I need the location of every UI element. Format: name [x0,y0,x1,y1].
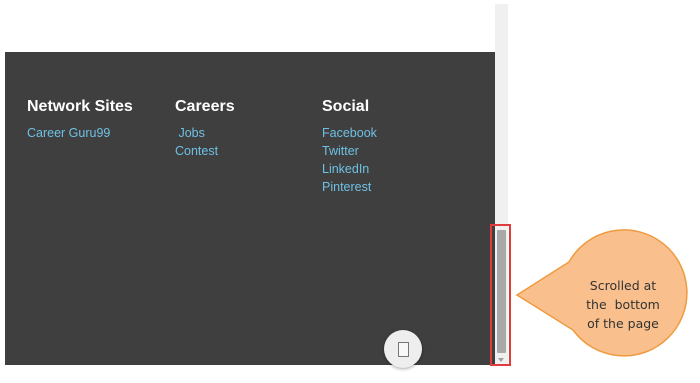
callout-line-3: of the page [587,316,659,331]
footer-link-pinterest[interactable]: Pinterest [322,178,377,196]
footer-link-twitter[interactable]: Twitter [322,142,377,160]
footer-link-career-guru99[interactable]: Career Guru99 [27,124,133,142]
footer-heading-social: Social [322,98,370,115]
browser-viewport: Network Sites Career Guru99 Careers Jobs… [0,0,495,383]
footer-column-network-sites: Network Sites Career Guru99 [27,96,133,142]
site-footer: Network Sites Career Guru99 Careers Jobs… [5,52,495,365]
footer-link-jobs[interactable]: Jobs [175,124,235,142]
footer-heading-network-sites: Network Sites [27,98,133,115]
callout-text: Scrolled at the bottom of the page [573,276,673,333]
footer-link-facebook[interactable]: Facebook [322,124,377,142]
footer-link-linkedin[interactable]: LinkedIn [322,160,377,178]
scroll-to-top-icon [397,341,409,357]
footer-column-social: Social Facebook Twitter LinkedIn Pintere… [322,96,377,196]
scroll-to-top-button[interactable] [384,330,422,368]
footer-column-careers: Careers Jobs Contest [175,96,235,160]
scrollbar-highlight-box [490,224,511,366]
callout-line-1: Scrolled at [589,278,657,293]
callout-line-2: the bottom [586,297,660,312]
footer-link-contest[interactable]: Contest [175,142,235,160]
footer-heading-careers: Careers [175,98,235,115]
